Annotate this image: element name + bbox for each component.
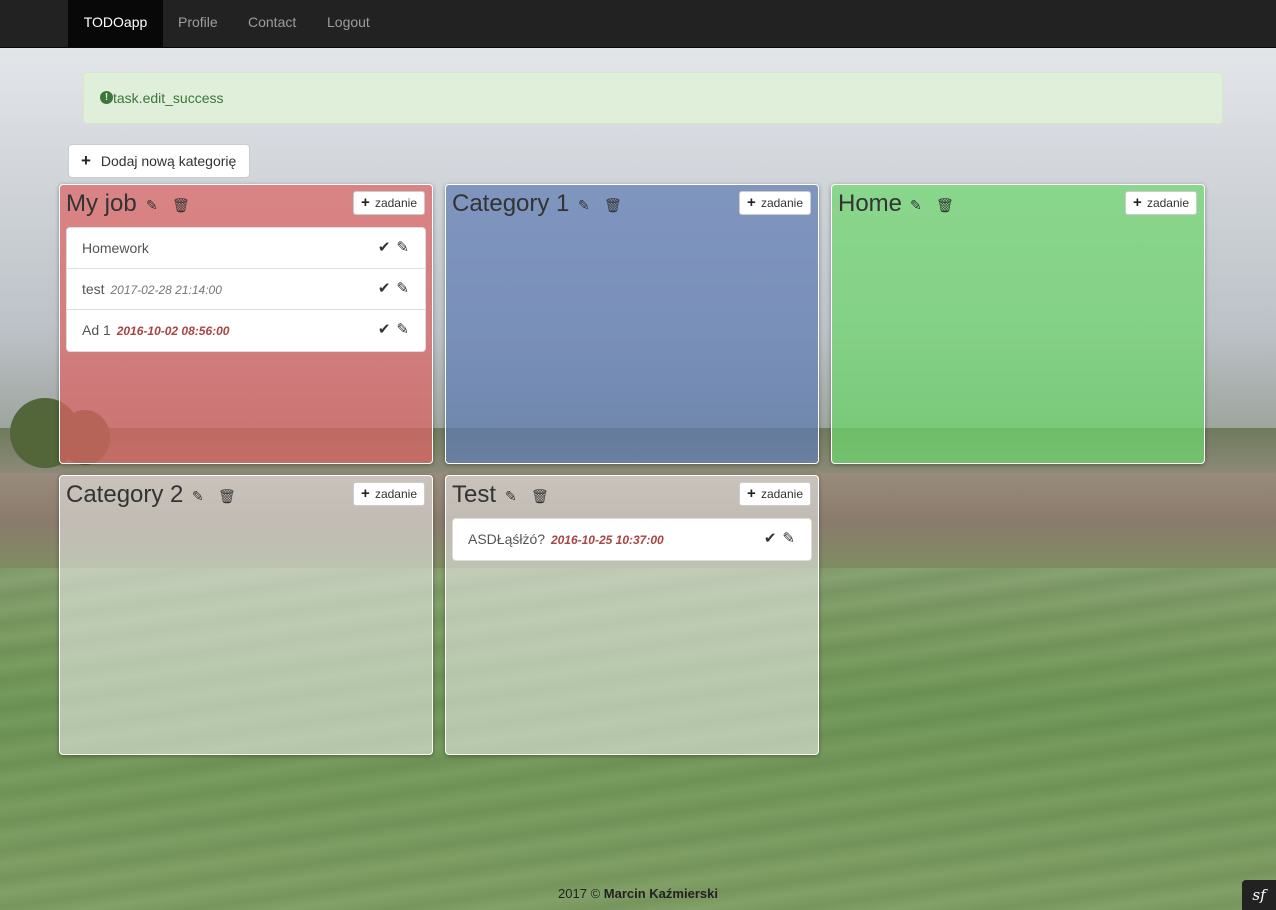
navbar: TODOapp Profile Contact Logout xyxy=(0,0,1276,48)
task-name: ASDŁąśłżó? xyxy=(468,531,546,547)
footer-author: Marcin Kaźmierski xyxy=(603,886,718,901)
task-item[interactable]: Homework ✔ ✎ xyxy=(67,228,425,269)
add-task-button[interactable]: + zadanie xyxy=(352,191,425,215)
plus-icon: + xyxy=(81,151,91,170)
category-title: Category 2 xyxy=(66,481,184,508)
alert-message: task.edit_success xyxy=(113,90,224,106)
category-delete-icon[interactable]: 🗑 xyxy=(218,488,236,505)
symfony-toolbar-icon[interactable]: sf xyxy=(1242,880,1276,910)
plus-icon: + xyxy=(1132,194,1142,211)
pencil-icon[interactable]: ✎ xyxy=(782,530,795,547)
category-panel: Category 2 ✎ 🗑 + zadanie xyxy=(59,475,433,755)
category-delete-icon[interactable]: 🗑 xyxy=(172,197,190,214)
task-item[interactable]: Ad 1 2016-10-02 08:56:00 ✔ ✎ xyxy=(67,310,425,351)
check-icon[interactable]: ✔ xyxy=(764,530,777,547)
task-item[interactable]: test 2017-02-28 21:14:00 ✔ ✎ xyxy=(67,269,425,310)
nav-link-profile[interactable]: Profile xyxy=(178,0,218,47)
category-delete-icon[interactable]: 🗑 xyxy=(936,197,954,214)
category-delete-icon[interactable]: 🗑 xyxy=(604,197,622,214)
add-task-label: zadanie xyxy=(760,487,803,501)
nav-brand[interactable]: TODOapp xyxy=(68,0,163,47)
plus-icon: + xyxy=(746,485,756,502)
category-panel: Category 1 ✎ 🗑 + zadanie xyxy=(445,184,819,464)
footer-copyright: 2017 © xyxy=(558,886,601,901)
add-category-button[interactable]: + Dodaj nową kategorię xyxy=(68,144,250,178)
task-item[interactable]: ASDŁąśłżó? 2016-10-25 10:37:00 ✔ ✎ xyxy=(453,519,811,560)
task-name: test xyxy=(82,281,105,297)
add-task-button[interactable]: + zadanie xyxy=(352,482,425,506)
category-title: Test xyxy=(452,481,497,508)
task-name: Ad 1 xyxy=(82,322,111,338)
category-title: Home xyxy=(838,190,903,217)
plus-icon: + xyxy=(746,194,756,211)
plus-icon: + xyxy=(360,194,370,211)
add-task-button[interactable]: + zadanie xyxy=(738,191,811,215)
add-task-label: zadanie xyxy=(1146,196,1189,210)
category-panel: Home ✎ 🗑 + zadanie xyxy=(831,184,1205,464)
success-alert: ! task.edit_success xyxy=(83,72,1223,124)
add-task-label: zadanie xyxy=(374,487,417,501)
category-panel: My job ✎ 🗑 + zadanie Homework ✔ ✎ test 201… xyxy=(59,184,433,464)
check-icon[interactable]: ✔ xyxy=(378,280,391,297)
category-panel: Test ✎ 🗑 + zadanie ASDŁąśłżó? 2016-10-25 … xyxy=(445,475,819,755)
category-edit-icon[interactable]: ✎ xyxy=(192,488,204,505)
task-name: Homework xyxy=(82,240,149,256)
category-edit-icon[interactable]: ✎ xyxy=(146,197,158,214)
nav-link-contact[interactable]: Contact xyxy=(248,0,296,47)
add-task-label: zadanie xyxy=(374,196,417,210)
category-title: My job xyxy=(66,190,137,217)
task-list: Homework ✔ ✎ test 2017-02-28 21:14:00 ✔ ✎ … xyxy=(66,227,426,352)
exclamation-sign-icon: ! xyxy=(100,91,113,105)
category-delete-icon[interactable]: 🗑 xyxy=(531,488,549,505)
add-task-label: zadanie xyxy=(760,196,803,210)
plus-icon: + xyxy=(360,485,370,502)
category-edit-icon[interactable]: ✎ xyxy=(910,197,922,214)
add-task-button[interactable]: + zadanie xyxy=(1124,191,1197,215)
category-edit-icon[interactable]: ✎ xyxy=(505,488,517,505)
category-title: Category 1 xyxy=(452,190,570,217)
pencil-icon[interactable]: ✎ xyxy=(396,239,409,256)
task-list: ASDŁąśłżó? 2016-10-25 10:37:00 ✔ ✎ xyxy=(452,518,812,561)
task-date-overdue: 2016-10-25 10:37:00 xyxy=(550,533,664,547)
check-icon[interactable]: ✔ xyxy=(378,321,391,338)
task-date-overdue: 2016-10-02 08:56:00 xyxy=(116,324,230,338)
footer: 2017 © Marcin Kaźmierski xyxy=(0,886,1276,901)
pencil-icon[interactable]: ✎ xyxy=(396,321,409,338)
task-date: 2017-02-28 21:14:00 xyxy=(110,283,222,297)
nav-link-logout[interactable]: Logout xyxy=(327,0,370,47)
add-task-button[interactable]: + zadanie xyxy=(738,482,811,506)
category-edit-icon[interactable]: ✎ xyxy=(578,197,590,214)
check-icon[interactable]: ✔ xyxy=(378,239,391,256)
add-category-label: Dodaj nową kategorię xyxy=(100,153,237,169)
pencil-icon[interactable]: ✎ xyxy=(396,280,409,297)
